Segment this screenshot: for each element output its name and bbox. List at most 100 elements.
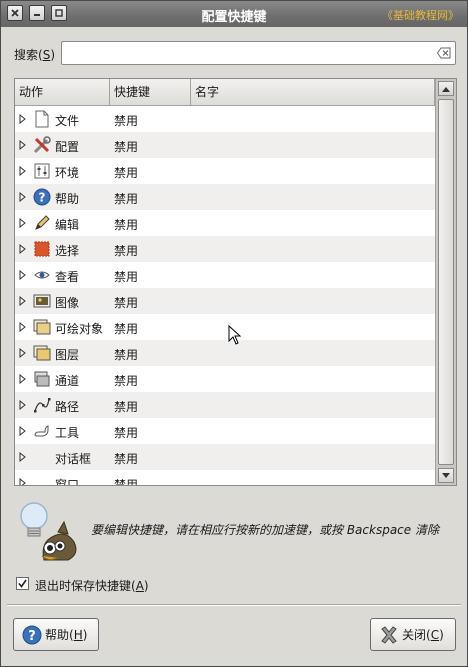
expander-arrow-icon[interactable]	[19, 296, 27, 306]
action-name: 配置	[55, 140, 80, 154]
layer-icon	[33, 345, 51, 361]
save-on-exit-checkbox[interactable]	[16, 577, 29, 590]
expander-arrow-icon[interactable]	[19, 270, 27, 280]
tree-row-config[interactable]: 配置 禁用	[15, 132, 435, 158]
shortcut-value[interactable]: 禁用	[114, 372, 138, 389]
tip-lightbulb-wilber-icon	[20, 502, 77, 561]
environment-icon	[34, 163, 50, 179]
help-button-label: 帮助(H)	[45, 628, 88, 642]
scroll-up-button[interactable]	[438, 81, 454, 96]
expander-arrow-icon[interactable]	[19, 478, 27, 486]
tree-row-select[interactable]: 选择 禁用	[15, 236, 435, 262]
search-label: 搜索(S)	[14, 48, 55, 62]
column-header-name[interactable]: 名字	[191, 79, 435, 105]
action-name: 文件	[55, 114, 80, 128]
tools-config-icon	[33, 136, 51, 154]
shortcut-value[interactable]: 禁用	[114, 346, 138, 363]
shortcut-value[interactable]: 禁用	[114, 216, 138, 233]
column-header-action[interactable]: 动作	[15, 79, 110, 105]
arrow-up-icon	[442, 86, 450, 92]
shortcut-value[interactable]: 禁用	[114, 112, 138, 129]
shortcut-value[interactable]: 禁用	[114, 398, 138, 415]
expander-arrow-icon[interactable]	[19, 374, 27, 384]
action-name: 对话框	[55, 452, 92, 466]
channel-icon	[34, 371, 50, 387]
tree-row-help[interactable]: ? 帮助 禁用	[15, 184, 435, 210]
tree-row-path[interactable]: 路径 禁用	[15, 392, 435, 418]
shortcut-value[interactable]: 禁用	[114, 242, 138, 259]
expander-arrow-icon[interactable]	[19, 166, 27, 176]
tree-row-drawable[interactable]: 可绘对象 禁用	[15, 314, 435, 340]
image-icon	[33, 294, 51, 308]
edit-pencil-icon	[35, 215, 50, 230]
shortcut-value[interactable]: 禁用	[114, 476, 138, 485]
expander-arrow-icon[interactable]	[19, 114, 27, 124]
clear-search-icon[interactable]	[437, 47, 451, 59]
column-header-shortcut[interactable]: 快捷键	[110, 79, 191, 105]
tree-row-image[interactable]: 图像 禁用	[15, 288, 435, 314]
action-name: 图层	[55, 348, 80, 362]
tree-row-channel[interactable]: 通道 禁用	[15, 366, 435, 392]
svg-text:?: ?	[39, 191, 46, 205]
select-icon	[34, 241, 50, 257]
watermark-text: 《基础教程网》	[382, 9, 459, 22]
expander-arrow-icon[interactable]	[19, 192, 27, 202]
expander-arrow-icon[interactable]	[19, 218, 27, 228]
action-name: 路径	[55, 400, 80, 414]
title-bar: 配置快捷键 《基础教程网》	[1, 1, 467, 27]
expander-arrow-icon[interactable]	[19, 322, 27, 332]
shortcut-value[interactable]: 禁用	[114, 294, 138, 311]
help-button[interactable]: ? 帮助(H)	[13, 618, 99, 651]
shortcut-value[interactable]: 禁用	[114, 138, 138, 155]
expander-arrow-icon[interactable]	[19, 348, 27, 358]
tree-row-view[interactable]: 查看 禁用	[15, 262, 435, 288]
tree-row-file[interactable]: 文件 禁用	[15, 106, 435, 132]
expander-arrow-icon[interactable]	[19, 244, 27, 254]
search-field[interactable]	[61, 41, 456, 65]
expander-arrow-icon[interactable]	[19, 140, 27, 150]
save-on-exit-label[interactable]: 退出时保存快捷键(A)	[35, 577, 149, 594]
action-name: 环境	[55, 166, 80, 180]
shortcut-value[interactable]: 禁用	[114, 268, 138, 285]
expander-arrow-icon[interactable]	[19, 452, 27, 462]
hint-text: 要编辑快捷键，请在相应行按新的加速键，或按 Backspace 清除	[91, 523, 439, 537]
scroll-down-button[interactable]	[438, 468, 454, 483]
shortcut-tree-view[interactable]: 动作 快捷键 名字 文件 禁用 配置 禁用 环境 禁用 ? 帮助 禁用 编辑 禁…	[14, 78, 457, 486]
shortcut-value[interactable]: 禁用	[114, 320, 138, 337]
vertical-scrollbar[interactable]	[435, 79, 456, 485]
tools-icon	[34, 425, 49, 437]
close-button[interactable]: 关闭(C)	[370, 618, 456, 651]
tree-row-environment[interactable]: 环境 禁用	[15, 158, 435, 184]
view-eye-icon	[34, 271, 50, 279]
action-name: 查看	[55, 270, 80, 284]
file-icon	[35, 110, 49, 128]
expander-arrow-icon[interactable]	[19, 400, 27, 410]
checkmark-icon	[18, 579, 27, 588]
shortcut-value[interactable]: 禁用	[114, 450, 138, 467]
tree-row-edit[interactable]: 编辑 禁用	[15, 210, 435, 236]
action-name: 编辑	[55, 218, 80, 232]
tree-row-dialogs[interactable]: 对话框 禁用	[15, 444, 435, 470]
close-button-label: 关闭(C)	[402, 628, 444, 642]
configure-shortcuts-dialog: 配置快捷键 《基础教程网》 搜索(S) 动作 快捷键 名字 文件 禁用 配置 禁…	[0, 0, 468, 667]
path-icon	[34, 398, 51, 413]
close-x-icon	[381, 625, 397, 644]
tree-row-windows[interactable]: 窗口 禁用	[15, 470, 435, 486]
shortcut-value[interactable]: 禁用	[114, 190, 138, 207]
tree-row-tools[interactable]: 工具 禁用	[15, 418, 435, 444]
shortcut-value[interactable]: 禁用	[114, 164, 138, 181]
scrollbar-thumb[interactable]	[438, 99, 454, 465]
expander-arrow-icon[interactable]	[19, 426, 27, 436]
action-name: 图像	[55, 296, 80, 310]
separator	[7, 604, 461, 606]
help-icon: ?	[22, 625, 42, 644]
svg-text:?: ?	[28, 629, 36, 644]
help-icon: ?	[33, 188, 51, 206]
shortcut-value[interactable]: 禁用	[114, 424, 138, 441]
arrow-down-icon	[442, 472, 450, 478]
mouse-cursor-icon	[228, 325, 242, 345]
search-input[interactable]	[62, 42, 422, 64]
tree-row-layer[interactable]: 图层 禁用	[15, 340, 435, 366]
tree-header: 动作 快捷键 名字	[15, 79, 435, 106]
action-name: 窗口	[55, 478, 80, 486]
